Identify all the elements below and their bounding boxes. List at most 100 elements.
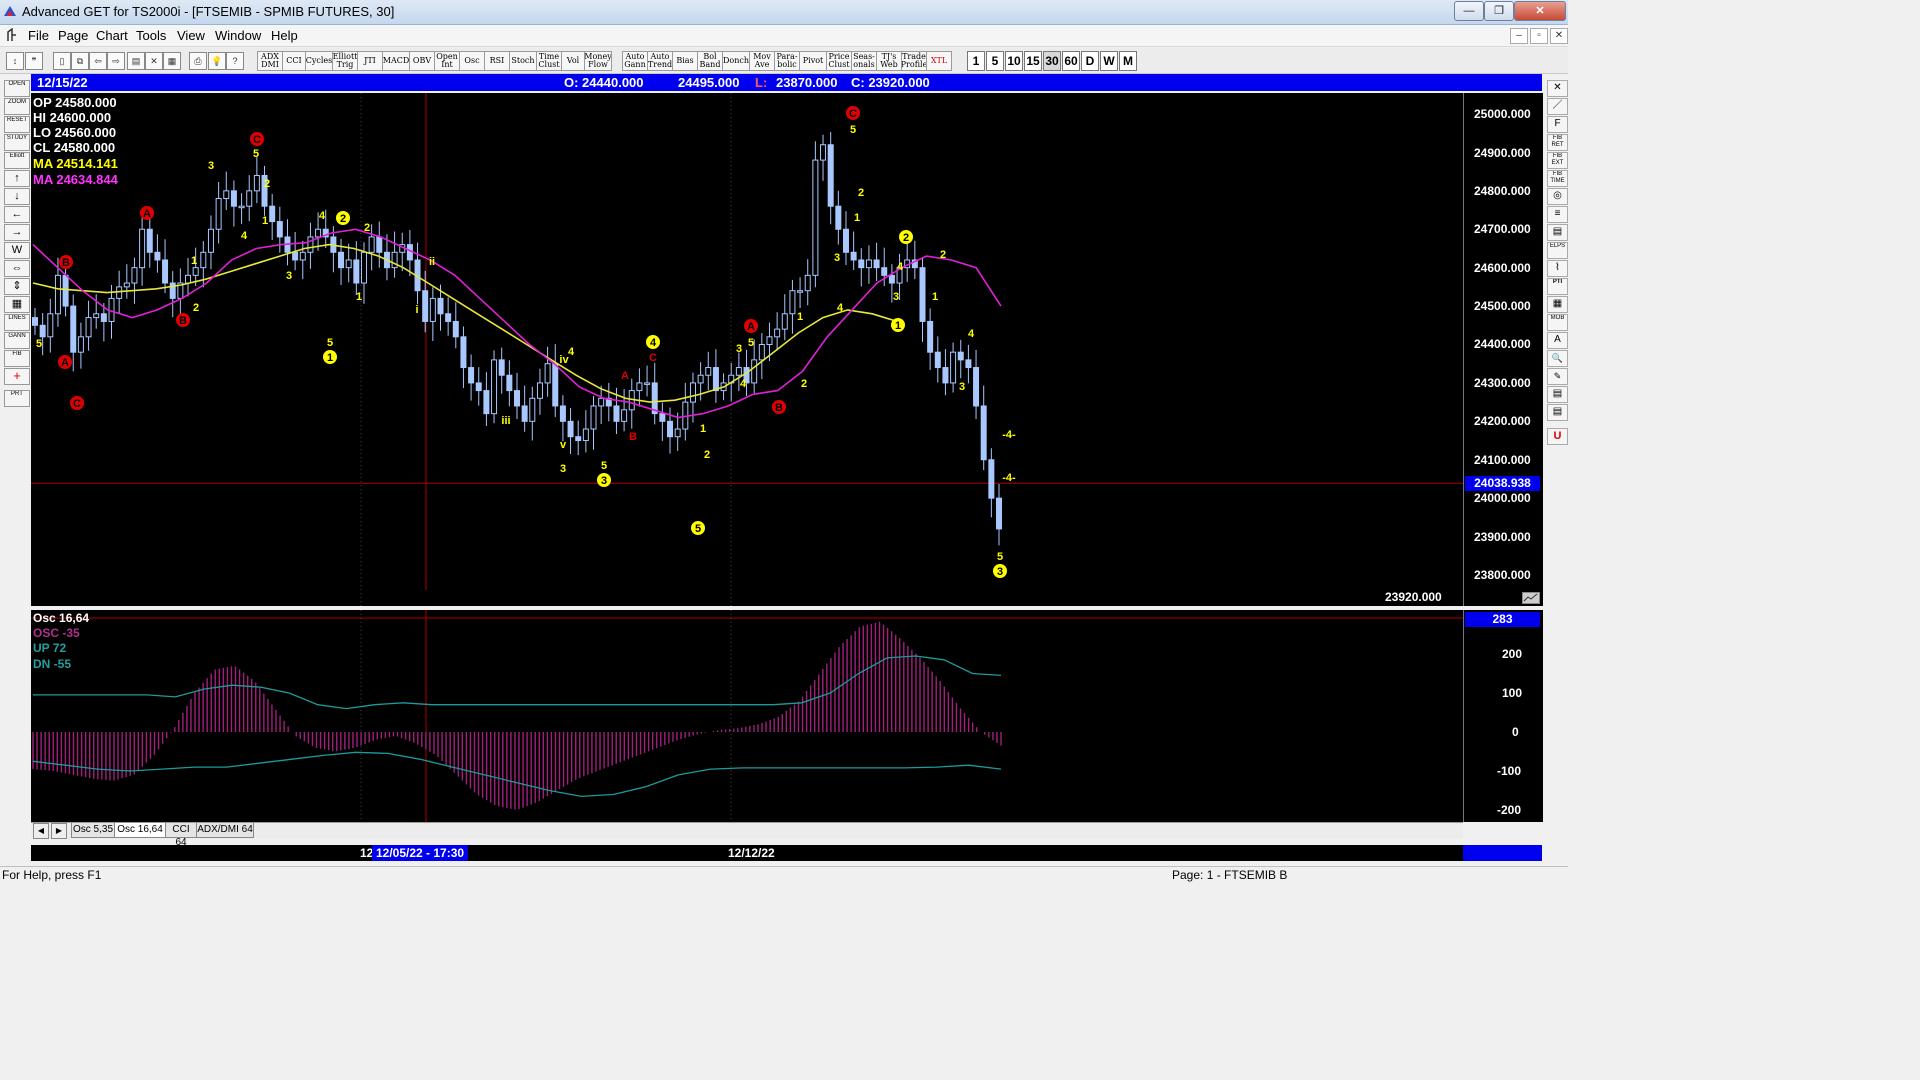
mdi-close-button[interactable]: ✕ (1550, 28, 1568, 44)
study-xtl[interactable]: XTL (926, 51, 952, 71)
timeframe-1[interactable]: 1 (967, 51, 985, 71)
timeframe-m[interactable]: M (1119, 51, 1137, 71)
tool-reset[interactable]: RESET (4, 116, 30, 133)
tool-print[interactable]: PRT (4, 390, 30, 407)
close-button[interactable]: ✕ (1514, 1, 1566, 21)
rtool-pitchfork-icon[interactable]: ⌇ (1547, 260, 1568, 277)
rtool-table-icon[interactable]: ▤ (1547, 404, 1568, 421)
doc-menu-icon[interactable] (6, 28, 18, 42)
menu-file[interactable]: File (28, 28, 49, 43)
timeframe-60[interactable]: 60 (1062, 51, 1080, 71)
price-chart[interactable]: ABCABCABC5345211234 22151iiiiiiiv4v3 53AB4… (31, 93, 1463, 606)
tool-fib[interactable]: FIB (4, 350, 30, 367)
tab-scroll-left-icon[interactable]: ◀ (33, 823, 49, 839)
rtool-circle-icon[interactable]: ◎ (1547, 188, 1568, 205)
rtool-ellipse[interactable]: ELPS (1547, 242, 1568, 259)
menu-page[interactable]: Page (58, 28, 88, 43)
timeframe-d[interactable]: D (1081, 51, 1099, 71)
study-rsi[interactable]: RSI (484, 51, 510, 71)
study-bol-band[interactable]: Bol Band (697, 51, 723, 71)
study-trade-profile[interactable]: Trade Profile (901, 51, 927, 71)
rtool-grid-icon[interactable]: ▦ (1547, 296, 1568, 313)
tab-scroll-right-icon[interactable]: ▶ (51, 823, 67, 839)
study-parabolic[interactable]: Para- bolic (774, 51, 800, 71)
price-axis[interactable]: 25000.000 24900.000 24800.000 24700.000 … (1463, 93, 1543, 606)
back-icon[interactable]: ⇦ (89, 52, 107, 70)
tool-zoom[interactable]: ZOOM (4, 98, 30, 115)
help-pointer-icon[interactable]: ? (226, 52, 244, 70)
study-price-clust[interactable]: Price Clust (826, 51, 852, 71)
forward-icon[interactable]: ⇨ (107, 52, 125, 70)
rtool-fib-ret[interactable]: FIB RET (1547, 134, 1568, 151)
menu-tools[interactable]: Tools (136, 28, 166, 43)
tool-right-arrow-icon[interactable]: → (4, 224, 30, 241)
rtool-box-icon[interactable]: ▤ (1547, 224, 1568, 241)
rtool-pti[interactable]: PTI (1547, 278, 1568, 295)
rtool-text-icon[interactable]: A (1547, 332, 1568, 349)
timeframe-30[interactable]: 30 (1043, 51, 1061, 71)
tool-left-arrow-icon[interactable]: ← (4, 206, 30, 223)
tool-up-arrow-icon[interactable]: ↑ (4, 170, 30, 187)
menu-chart[interactable]: Chart (96, 28, 128, 43)
study-seasonals[interactable]: Seas- onals (851, 51, 877, 71)
rtool-channel-icon[interactable]: ≡ (1547, 206, 1568, 223)
tab-adx-dmi-64[interactable]: ADX/DMI 64 (196, 823, 254, 838)
tool-open[interactable]: OPEN (4, 80, 30, 97)
timeframe-5[interactable]: 5 (986, 51, 1004, 71)
tool-lines[interactable]: LINES (4, 314, 30, 331)
timeframe-10[interactable]: 10 (1005, 51, 1023, 71)
chart-corner-icon[interactable] (1522, 592, 1540, 604)
tab-cci-64[interactable]: CCI 64 (165, 823, 197, 848)
study-time-clust[interactable]: Time Clust (536, 51, 562, 71)
price-chart-panel[interactable]: A B C A B C A B C 5 3 4 5 2 1 1 2 3 4 2 2 1 5 1 ii i iii iv 4 v 3 5 3 A B 4… (31, 93, 1463, 606)
rtool-undo-icon[interactable]: U (1547, 428, 1568, 445)
lightbulb-icon[interactable]: 💡 (208, 52, 226, 70)
menu-view[interactable]: View (177, 28, 205, 43)
study-cci[interactable]: CCI (282, 51, 306, 71)
study-elliott-trig[interactable]: Elliott Trig (332, 51, 358, 71)
layout-icon[interactable]: ▤ (127, 52, 145, 70)
timeframe-w[interactable]: W (1100, 51, 1118, 71)
tool-gann[interactable]: GANN (4, 332, 30, 349)
rtool-cross-icon[interactable]: ✕ (1547, 80, 1568, 97)
study-obv[interactable]: OBV (409, 51, 435, 71)
tool-crosshair-icon[interactable]: + (4, 368, 30, 385)
rtool-fib-time[interactable]: FIB TIME (1547, 170, 1568, 187)
tab-osc-5-35[interactable]: Osc 5,35 (71, 823, 115, 838)
study-adx-dmi[interactable]: ADX DMI (257, 51, 283, 71)
study-auto-trend[interactable]: Auto Trend (647, 51, 673, 71)
tool-study[interactable]: STUDY (4, 134, 30, 151)
rtool-list-icon[interactable]: ▤ (1547, 386, 1568, 403)
oscillator-panel[interactable]: Osc 16,64 OSC -35 UP 72 DN -55 (31, 610, 1463, 822)
quote-icon[interactable]: ❞ (25, 52, 43, 70)
menu-help[interactable]: Help (271, 28, 298, 43)
rtool-f-icon[interactable]: F (1547, 116, 1568, 133)
study-pivot[interactable]: Pivot (799, 51, 827, 71)
study-auto-gann[interactable]: Auto Gann (622, 51, 648, 71)
menu-window[interactable]: Window (215, 28, 261, 43)
minimize-button[interactable]: — (1454, 1, 1484, 21)
tool-expand-h-icon[interactable]: ⇔ (4, 260, 30, 277)
rtool-pencil-icon[interactable]: ✎ (1547, 368, 1568, 385)
new-page-icon[interactable]: ▯ (53, 52, 71, 70)
grid-icon[interactable]: ▦ (163, 52, 181, 70)
tool-grid-icon[interactable]: ▦ (4, 296, 30, 313)
time-scroll-stub[interactable] (1463, 845, 1542, 861)
mdi-minimize-button[interactable]: – (1510, 28, 1528, 44)
pointer-icon[interactable]: ↕ (6, 52, 24, 70)
mdi-restore-button[interactable]: ▫ (1530, 28, 1548, 44)
rtool-fib-ext[interactable]: FIB EXT (1547, 152, 1568, 169)
timeframe-15[interactable]: 15 (1024, 51, 1042, 71)
study-tjs-web[interactable]: TJ's Web (876, 51, 902, 71)
print-icon[interactable]: ⎙ (189, 52, 207, 70)
study-osc[interactable]: Osc (459, 51, 485, 71)
study-bias[interactable]: Bias (672, 51, 698, 71)
tool-wave-icon[interactable]: W (4, 242, 30, 259)
rtool-line-icon[interactable]: ／ (1547, 98, 1568, 115)
rtool-magnify-icon[interactable]: 🔍 (1547, 350, 1568, 367)
study-stoch[interactable]: Stoch (509, 51, 537, 71)
oscillator-chart[interactable] (31, 610, 1463, 822)
study-cycles[interactable]: Cycles (305, 51, 333, 71)
copy-icon[interactable]: ⧉ (71, 52, 89, 70)
study-vol[interactable]: Vol (561, 51, 585, 71)
